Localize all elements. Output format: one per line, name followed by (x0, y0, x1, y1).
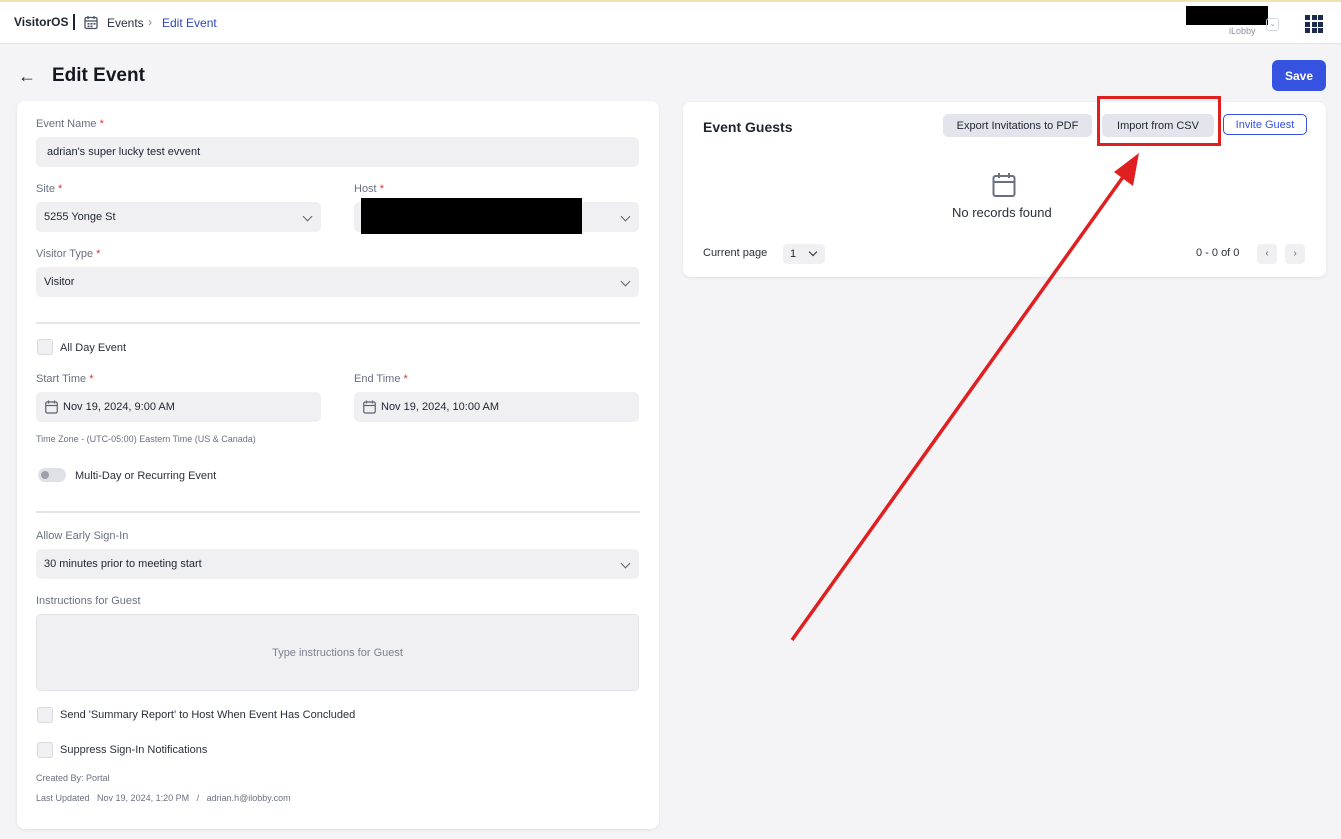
annotation-arrow-icon (790, 153, 1139, 642)
